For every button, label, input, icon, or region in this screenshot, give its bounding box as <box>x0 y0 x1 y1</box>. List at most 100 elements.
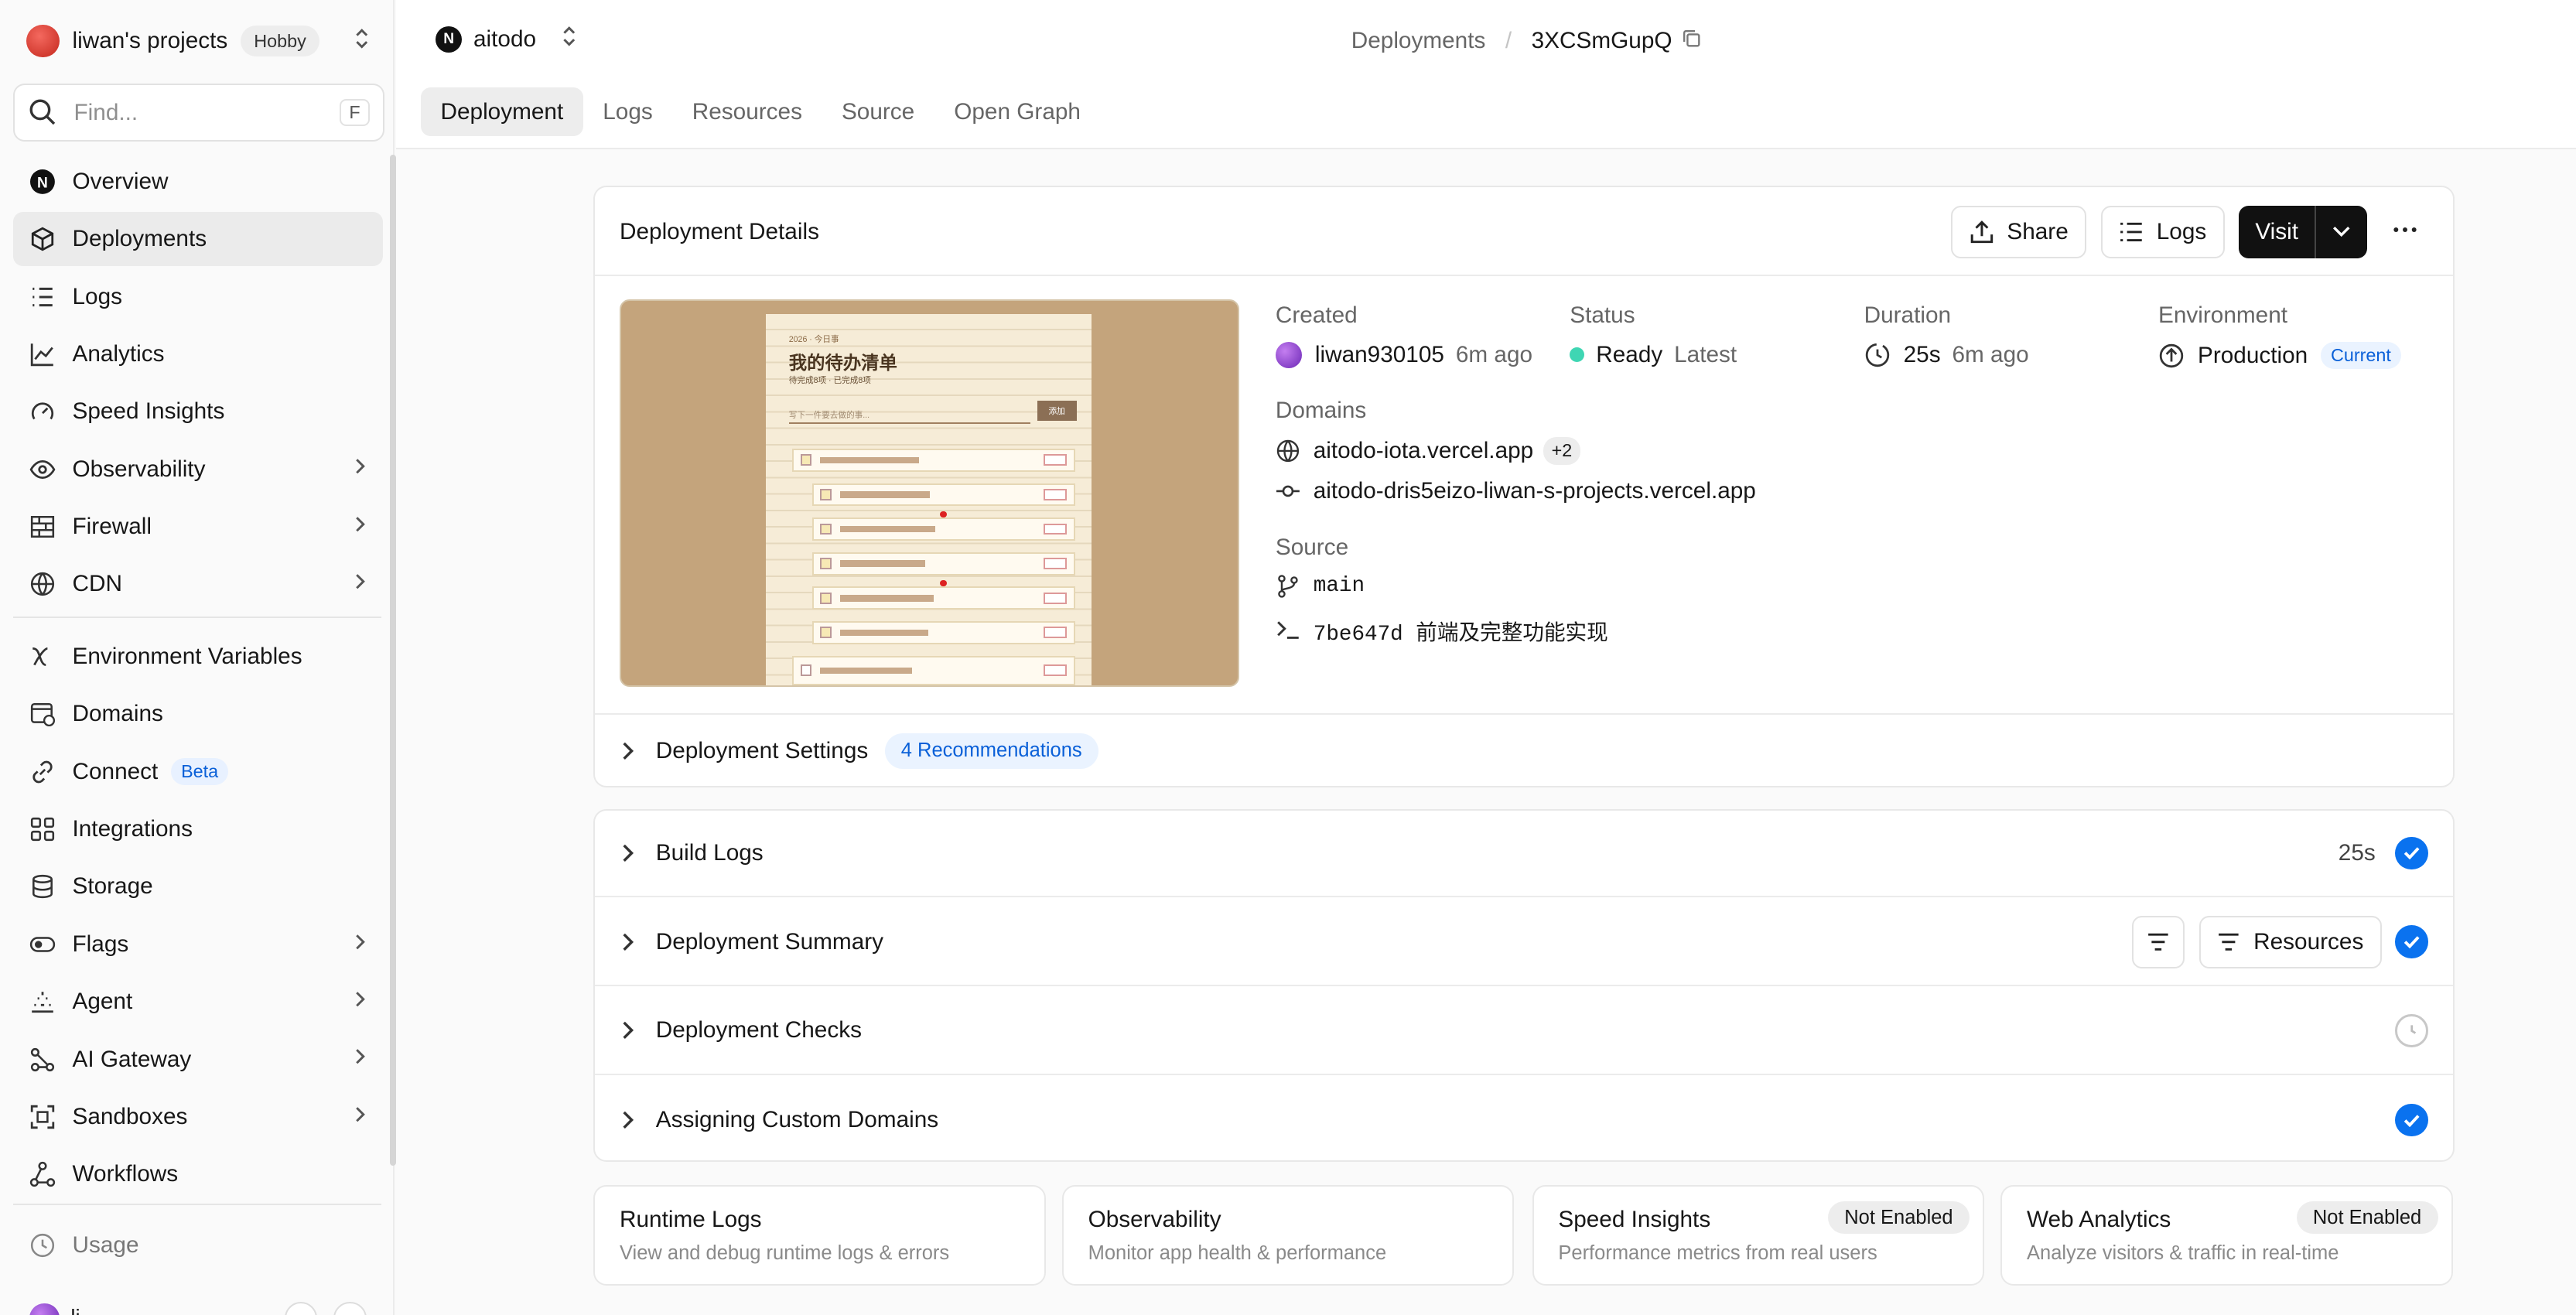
project-switcher[interactable]: N aitodo <box>436 25 579 54</box>
tab-resources[interactable]: Resources <box>672 87 822 137</box>
sidebar-item-connect[interactable]: Connect Beta <box>13 745 383 799</box>
user-name: li <box>70 1305 80 1315</box>
build-logs-row[interactable]: Build Logs 25s <box>595 811 2453 898</box>
team-name: liwan's projects <box>72 28 228 54</box>
preview-todo-row <box>792 655 1075 685</box>
sidebar-item-workflows[interactable]: Workflows <box>13 1147 383 1201</box>
filter-icon <box>2219 933 2239 951</box>
sidebar-item-label: Firewall <box>72 514 152 540</box>
sidebar-item-integrations[interactable]: Integrations <box>13 802 383 856</box>
chevron-updown-icon <box>352 27 372 56</box>
project-name: aitodo <box>473 26 537 52</box>
duration-label: Duration <box>1864 302 1952 328</box>
list-icon <box>2120 222 2142 241</box>
sidebar-item-cdn[interactable]: CDN <box>13 557 383 611</box>
duration-time: 6m ago <box>1952 341 2029 367</box>
sidebar-item-label: Observability <box>72 456 206 482</box>
sidebar-item-flags[interactable]: Flags <box>13 917 383 972</box>
logs-button[interactable]: Logs <box>2100 205 2225 258</box>
preview-todo-row <box>811 517 1075 541</box>
vercel-logo-icon: N <box>29 169 56 195</box>
notifications-button[interactable] <box>284 1302 318 1315</box>
timer-icon <box>1865 343 1889 367</box>
user-avatar[interactable] <box>29 1303 60 1315</box>
deployment-settings-row[interactable]: Deployment Settings 4 Recommendations <box>595 713 2453 787</box>
sidebar-item-logs[interactable]: Logs <box>13 270 383 324</box>
domain-primary-link[interactable]: aitodo-iota.vercel.app <box>1314 438 1533 464</box>
environment-label: Environment <box>2158 302 2288 328</box>
card-description: Monitor app health & performance <box>1088 1242 1387 1265</box>
share-icon <box>1970 220 1993 243</box>
sidebar-item-sandboxes[interactable]: Sandboxes <box>13 1090 383 1144</box>
filter-button[interactable] <box>2132 915 2185 968</box>
tab-deployment[interactable]: Deployment <box>421 87 583 137</box>
web-analytics-card[interactable]: Web Analytics Analyze visitors & traffic… <box>2000 1185 2453 1286</box>
deployment-checks-row[interactable]: Deployment Checks <box>595 988 2453 1075</box>
sidebar-item-firewall[interactable]: Firewall <box>13 500 383 554</box>
copy-icon[interactable] <box>1682 28 1702 54</box>
sidebar-item-domains[interactable]: Domains <box>13 687 383 741</box>
sidebar-item-label: Usage <box>72 1231 139 1258</box>
chevron-right-icon <box>354 456 367 482</box>
resources-button[interactable]: Resources <box>2199 915 2382 968</box>
breadcrumb-deployments[interactable]: Deployments <box>1351 28 1486 54</box>
chevron-right-icon <box>354 1047 367 1072</box>
sidebar-item-storage[interactable]: Storage <box>13 859 383 914</box>
sidebar-item-agent[interactable]: Agent <box>13 975 383 1029</box>
creator-name[interactable]: liwan930105 <box>1315 342 1444 368</box>
sidebar-item-deployments[interactable]: Deployments <box>13 212 384 267</box>
check-circle-icon <box>2395 925 2428 958</box>
sidebar-item-ai-gateway[interactable]: AI Gateway <box>13 1033 383 1087</box>
sidebar-item-environment-variables[interactable]: Environment Variables <box>13 630 383 684</box>
chevron-down-icon[interactable] <box>2316 225 2367 238</box>
sidebar-item-usage[interactable]: Usage <box>13 1218 383 1272</box>
runtime-logs-card[interactable]: Runtime Logs View and debug runtime logs… <box>593 1185 1046 1286</box>
terminal-icon <box>1277 621 1299 640</box>
more-domains-badge[interactable]: +2 <box>1543 437 1580 465</box>
sidebar-item-label: Integrations <box>72 816 193 842</box>
sidebar: liwan's projects Hobby Find... F N Overv… <box>0 0 397 1315</box>
cube-icon <box>29 226 56 252</box>
search-input[interactable]: Find... F <box>13 84 385 142</box>
sidebar-item-analytics[interactable]: Analytics <box>13 327 383 381</box>
chevron-right-icon <box>354 1105 367 1130</box>
observability-card[interactable]: Observability Monitor app health & perfo… <box>1061 1185 1515 1286</box>
commit-message[interactable]: 7be647d 前端及完整功能实现 <box>1314 615 1608 647</box>
team-switcher[interactable]: liwan's projects Hobby <box>13 13 384 69</box>
preview-date-tag: 2026 · 今日事 <box>788 335 839 345</box>
variable-icon <box>29 644 56 670</box>
deployment-preview-image[interactable]: 2026 · 今日事 我的待办清单 待完成8项 · 已完成8项 写下一件要去做的… <box>620 299 1240 688</box>
visit-button[interactable]: Visit <box>2239 205 2367 258</box>
chevron-right-icon <box>354 514 367 540</box>
more-options-icon[interactable] <box>2392 217 2418 250</box>
tab-logs[interactable]: Logs <box>583 87 673 137</box>
sidebar-item-observability[interactable]: Observability <box>13 442 383 497</box>
recommendations-badge[interactable]: 4 Recommendations <box>884 733 1098 769</box>
sidebar-scrollbar[interactable] <box>389 154 397 1166</box>
assigning-custom-domains-row[interactable]: Assigning Custom Domains <box>595 1077 2453 1164</box>
sidebar-item-speed-insights[interactable]: Speed Insights <box>13 384 383 439</box>
help-button[interactable] <box>333 1302 367 1315</box>
domain-primary-row: aitodo-iota.vercel.app +2 <box>1276 437 1580 465</box>
branch-name[interactable]: main <box>1314 574 1365 598</box>
sidebar-item-label: CDN <box>72 571 122 597</box>
source-commit-row: 7be647d 前端及完整功能实现 <box>1276 615 1608 647</box>
gateway-icon <box>29 1047 56 1073</box>
not-enabled-badge: Not Enabled <box>1828 1201 1970 1234</box>
share-label: Share <box>2007 218 2069 244</box>
chevron-right-icon <box>354 572 367 597</box>
created-value: liwan930105 6m ago <box>1275 341 1532 368</box>
database-icon <box>29 873 56 900</box>
speed-insights-card[interactable]: Speed Insights Performance metrics from … <box>1532 1185 1984 1286</box>
breadcrumb: Deployments / 3XCSmGupQ <box>1351 28 1702 54</box>
deployment-summary-row[interactable]: Deployment Summary Resources <box>595 899 2453 986</box>
sidebar-item-label: Storage <box>72 873 153 900</box>
visit-label: Visit <box>2239 205 2317 258</box>
tab-source[interactable]: Source <box>822 87 934 137</box>
share-button[interactable]: Share <box>1951 205 2087 258</box>
assigning-custom-domains-label: Assigning Custom Domains <box>655 1107 939 1133</box>
domain-branch-link[interactable]: aitodo-dris5eizo-liwan-s-projects.vercel… <box>1314 478 1756 504</box>
sidebar-item-overview[interactable]: N Overview <box>13 155 383 209</box>
card-description: Analyze visitors & traffic in real-time <box>2027 1242 2339 1265</box>
tab-open-graph[interactable]: Open Graph <box>934 87 1101 137</box>
